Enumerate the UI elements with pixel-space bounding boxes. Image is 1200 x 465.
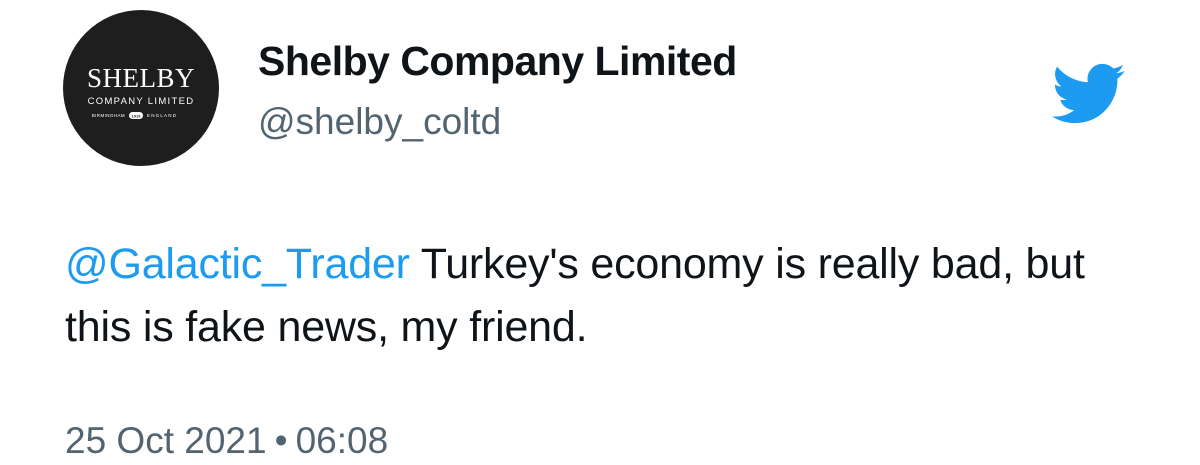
tweet-timestamp[interactable]: 25 Oct 2021 • 06:08	[65, 420, 388, 462]
meta-separator: •	[274, 420, 288, 461]
tweet-card: SHELBY COMPANY LIMITED BIRMINGHAM 1919 E…	[0, 0, 1200, 465]
author-display-name[interactable]: Shelby Company Limited	[258, 38, 737, 85]
avatar[interactable]: SHELBY COMPANY LIMITED BIRMINGHAM 1919 E…	[63, 10, 219, 166]
logo-sub-text: COMPANY LIMITED	[88, 96, 195, 107]
logo-badge-text: 1919	[132, 114, 142, 119]
logo-left-text: BIRMINGHAM	[92, 113, 125, 118]
twitter-bird-icon	[1052, 63, 1125, 124]
tweet-date: 25 Oct 2021	[65, 420, 267, 461]
shelby-logo: SHELBY COMPANY LIMITED BIRMINGHAM 1919 E…	[87, 63, 195, 119]
tweet-time: 06:08	[295, 420, 389, 461]
logo-right-text: ENGLAND	[147, 113, 177, 118]
author-handle[interactable]: @shelby_coltd	[258, 101, 501, 143]
tweet-text: @Galactic_Trader Turkey's economy is rea…	[65, 233, 1145, 359]
logo-main-text: SHELBY	[87, 63, 195, 93]
mention-link[interactable]: @Galactic_Trader	[65, 240, 410, 288]
